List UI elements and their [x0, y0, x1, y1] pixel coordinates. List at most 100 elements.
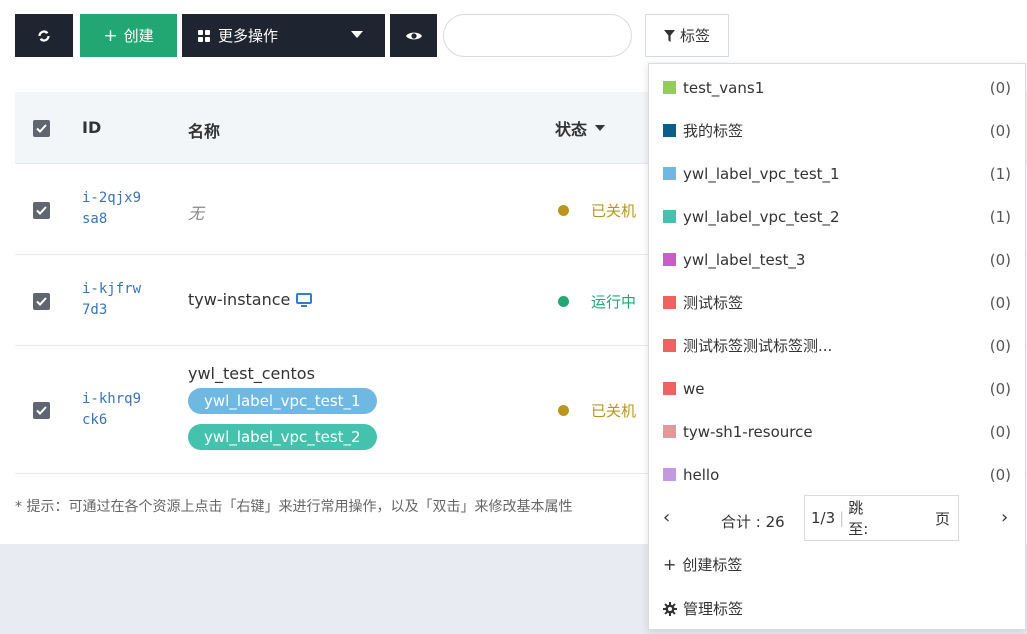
manage-tags-button[interactable]: 管理标签	[663, 598, 743, 619]
tag-color-swatch	[663, 81, 676, 94]
plus-icon: +	[663, 555, 677, 574]
pager-divider: |	[839, 509, 845, 527]
instance-id-line1: i-2qjx9	[82, 190, 142, 206]
instance-status: 已关机	[558, 200, 636, 221]
refresh-icon	[38, 30, 50, 41]
row-checkbox[interactable]	[33, 202, 50, 219]
search-input[interactable]	[443, 14, 632, 57]
check-icon	[36, 206, 47, 215]
select-all-checkbox[interactable]	[33, 120, 50, 137]
more-actions-dropdown[interactable]: 更多操作	[182, 14, 385, 57]
header-status-label: 状态	[555, 120, 588, 139]
tag-filter-label: 标签	[679, 28, 710, 45]
grid-icon	[198, 29, 210, 42]
tag-pill[interactable]: ywl_label_vpc_test_2	[188, 424, 377, 450]
tag-pill[interactable]: ywl_label_vpc_test_1	[188, 388, 377, 414]
tag-option-count: (0)	[989, 78, 1011, 97]
chevron-left-icon[interactable]: ‹	[663, 507, 670, 528]
plus-icon: +	[103, 25, 118, 46]
row-checkbox[interactable]	[33, 293, 50, 310]
status-dot	[558, 296, 569, 307]
instance-name-cell: tyw-instance	[188, 290, 313, 309]
instance-name: 无	[188, 204, 205, 223]
tag-option[interactable]: ywl_label_vpc_test_2 (1)	[649, 195, 1025, 238]
instance-id-line2: ck6	[82, 412, 108, 428]
tag-color-swatch	[663, 124, 676, 137]
tag-color-swatch	[663, 253, 676, 266]
status-dot	[558, 405, 569, 416]
refresh-button[interactable]	[15, 14, 73, 57]
tag-option-label: ywl_label_test_3	[683, 250, 806, 269]
more-actions-label: 更多操作	[218, 27, 279, 45]
pager-unit: 页	[934, 509, 950, 528]
tag-option-label: ywl_label_vpc_test_2	[683, 207, 840, 226]
tag-color-swatch	[663, 210, 676, 223]
status-text: 运行中	[591, 293, 637, 311]
instance-name: ywl_test_centos	[188, 364, 315, 383]
tag-option-count: (0)	[989, 422, 1011, 441]
instance-id-line1: i-khrq9	[82, 391, 142, 407]
check-icon	[36, 124, 47, 133]
tag-option[interactable]: we (0)	[649, 367, 1025, 410]
tag-option-label: 测试标签	[683, 294, 744, 312]
tag-option-label: ywl_label_vpc_test_1	[683, 164, 840, 183]
tag-filter-button[interactable]: 标签	[645, 14, 729, 57]
tag-option-label: 我的标签	[683, 122, 744, 140]
status-text: 已关机	[591, 202, 637, 220]
create-label: 创建	[123, 27, 154, 45]
chevron-right-icon[interactable]: ›	[1001, 507, 1008, 528]
tag-option[interactable]: 测试标签 (0)	[649, 281, 1025, 324]
view-toggle-button[interactable]	[390, 14, 437, 57]
instance-id-line2: sa8	[82, 211, 108, 227]
tag-option-label: we	[683, 379, 705, 398]
create-tag-button[interactable]: + 创建标签	[663, 554, 742, 575]
filter-icon	[663, 29, 675, 42]
eye-icon	[405, 32, 422, 39]
tag-option-count: (0)	[989, 465, 1011, 484]
check-icon	[36, 297, 47, 306]
tag-option[interactable]: 测试标签测试标签测... (0)	[649, 324, 1025, 367]
status-dot	[558, 205, 569, 216]
instance-status: 已关机	[558, 400, 636, 421]
tag-dropdown: test_vans1 (0) 我的标签 (0) ywl_label_vpc_te…	[648, 63, 1026, 630]
tag-option-count: (0)	[989, 250, 1011, 269]
instance-status: 运行中	[558, 291, 636, 312]
pager-jump-box: 1/3 | 跳至: 页	[804, 495, 959, 541]
instance-id-link[interactable]: i-2qjx9 sa8	[82, 188, 162, 230]
manage-tags-label: 管理标签	[683, 600, 744, 618]
tag-option[interactable]: 我的标签 (0)	[649, 109, 1025, 152]
instance-id-link[interactable]: i-kjfrw 7d3	[82, 279, 162, 321]
pager-total: 合计 : 26	[721, 513, 785, 531]
tag-option-count: (0)	[989, 293, 1011, 312]
check-icon	[36, 406, 47, 415]
tag-option-label: 测试标签测试标签测...	[683, 337, 833, 355]
instance-id-line1: i-kjfrw	[82, 281, 142, 297]
gear-icon	[663, 601, 677, 616]
tag-option[interactable]: tyw-sh1-resource (0)	[649, 410, 1025, 453]
monitor-icon[interactable]	[296, 292, 313, 307]
tag-option-label: tyw-sh1-resource	[683, 422, 813, 441]
tag-option-count: (1)	[989, 207, 1011, 226]
instance-name: tyw-instance	[188, 290, 291, 309]
tag-color-swatch	[663, 339, 676, 352]
tag-option[interactable]: hello (0)	[649, 453, 1025, 496]
sort-caret-icon	[595, 125, 606, 131]
row-checkbox[interactable]	[33, 402, 50, 419]
instance-id-line2: 7d3	[82, 302, 108, 318]
pager-jump-input[interactable]	[884, 509, 935, 527]
tag-option-count: (1)	[989, 164, 1011, 183]
tag-option-count: (0)	[989, 121, 1011, 140]
create-button[interactable]: + 创建	[80, 14, 177, 57]
header-status[interactable]: 状态	[555, 116, 606, 140]
tag-color-swatch	[663, 296, 676, 309]
tag-color-swatch	[663, 382, 676, 395]
tag-option-count: (0)	[989, 379, 1011, 398]
tag-option[interactable]: ywl_label_test_3 (0)	[649, 238, 1025, 281]
tag-option[interactable]: ywl_label_vpc_test_1 (1)	[649, 152, 1025, 195]
instance-id-link[interactable]: i-khrq9 ck6	[82, 389, 162, 431]
hint-text: * 提示：可通过在各个资源上点击「右键」来进行常用操作，以及「双击」来修改基本属…	[15, 499, 573, 515]
pager-page: 1/3	[811, 509, 836, 527]
tag-color-swatch	[663, 468, 676, 481]
create-tag-label: 创建标签	[682, 556, 743, 574]
tag-option[interactable]: test_vans1 (0)	[649, 66, 1025, 109]
